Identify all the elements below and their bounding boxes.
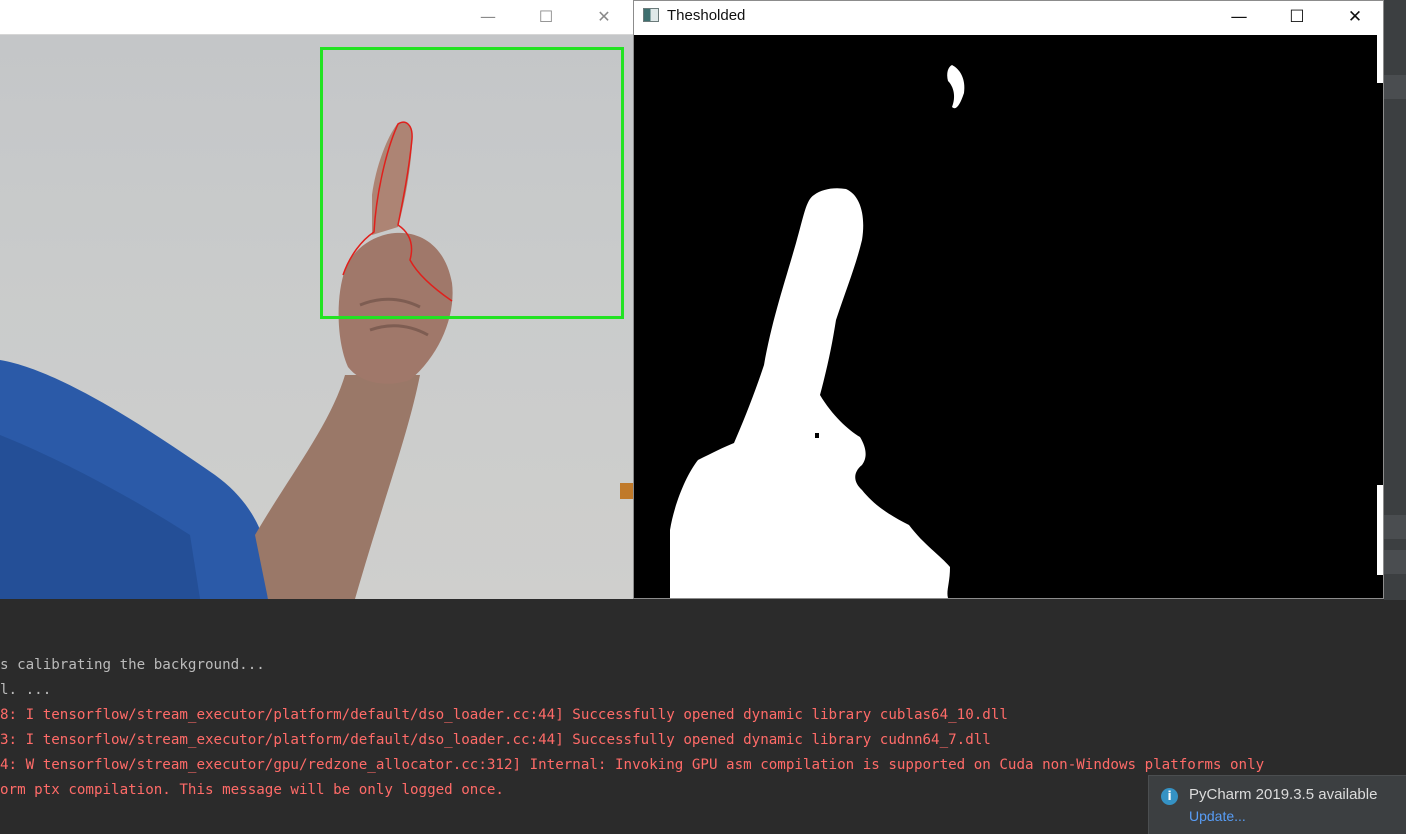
console-line: 3: I tensorflow/stream_executor/platform… (0, 732, 991, 748)
edge-mask (1377, 485, 1383, 575)
hand-mask (670, 188, 950, 598)
camera-window-titlebar[interactable]: — ☐ ✕ (0, 0, 633, 35)
window-app-icon (643, 8, 659, 22)
update-link[interactable]: Update... (1189, 808, 1246, 824)
close-button[interactable]: ✕ (1338, 5, 1372, 29)
gutter-marker (1384, 75, 1406, 99)
maximize-button[interactable]: ☐ (529, 4, 563, 28)
mask-hole (815, 433, 819, 438)
console-line: s calibrating the background... (0, 657, 265, 673)
threshold-window-titlebar[interactable]: Thesholded — ☐ ✕ (634, 1, 1383, 35)
minimize-button[interactable]: — (471, 4, 505, 28)
forearm-shape (255, 375, 420, 599)
minimize-button[interactable]: — (1222, 5, 1256, 29)
camera-window[interactable]: — ☐ ✕ (0, 0, 634, 599)
threshold-image (634, 35, 1383, 598)
gutter-marker (1384, 550, 1406, 574)
binary-mask (670, 35, 1383, 598)
noise-blob (947, 65, 965, 109)
close-button[interactable]: ✕ (587, 4, 621, 28)
window-title: Thesholded (667, 7, 746, 24)
console-line: 8: I tensorflow/stream_executor/platform… (0, 707, 1008, 723)
camera-frame (0, 47, 633, 599)
console-line: orm ptx compilation. This message will b… (0, 782, 504, 798)
ide-side-panel (1384, 0, 1406, 600)
gutter-marker (1384, 515, 1406, 539)
console-line: 4: W tensorflow/stream_executor/gpu/redz… (0, 757, 1265, 773)
edge-artifact (620, 483, 633, 499)
update-notification[interactable]: i PyCharm 2019.3.5 available Update... (1148, 775, 1406, 834)
fist-shape (338, 232, 453, 384)
notification-title: PyCharm 2019.3.5 available (1189, 786, 1378, 803)
camera-feed (0, 35, 633, 599)
console-line: l. ... (0, 682, 52, 698)
info-icon: i (1161, 788, 1178, 805)
maximize-button[interactable]: ☐ (1280, 5, 1314, 29)
edge-mask (1377, 35, 1383, 83)
threshold-window[interactable]: Thesholded — ☐ ✕ (633, 0, 1384, 599)
